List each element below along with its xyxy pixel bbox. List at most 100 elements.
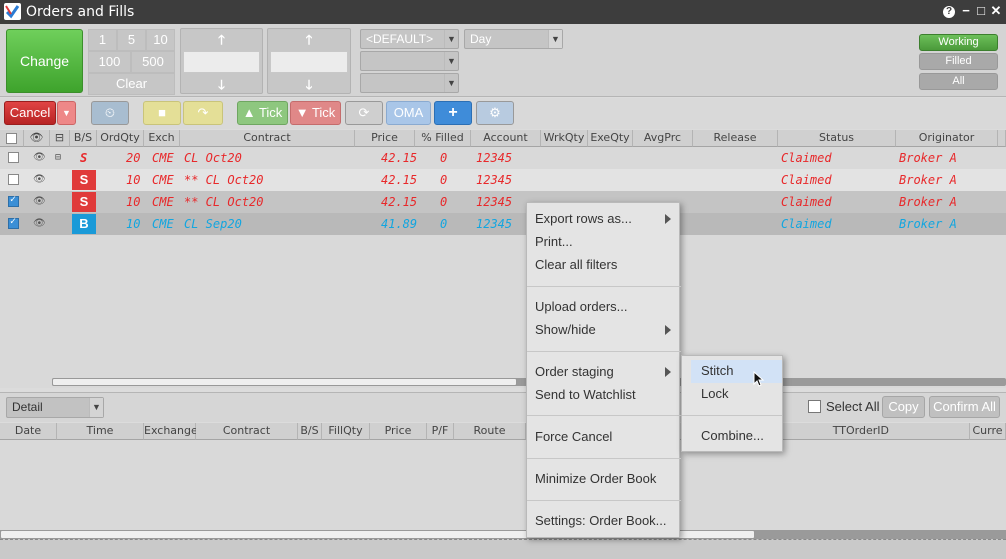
up-arrow-icon[interactable]: 🡑 [181, 31, 262, 53]
fills-header-route[interactable]: Route [454, 423, 526, 440]
menu-export-rows[interactable]: Export rows as... [535, 208, 632, 230]
menu-clear-filters[interactable]: Clear all filters [535, 254, 617, 276]
fills-header-contract[interactable]: Contract [196, 423, 298, 440]
menu-order-staging[interactable]: Order staging [535, 361, 614, 383]
header-originator[interactable]: Originator [896, 130, 998, 147]
header-account[interactable]: Account [471, 130, 541, 147]
fills-view-dropdown[interactable]: Detail ▼ [6, 397, 104, 418]
menu-minimize-order-book[interactable]: Minimize Order Book [535, 468, 656, 490]
collapse-icon[interactable]: ⊟ [55, 147, 61, 169]
down-arrow-icon[interactable]: 🡓 [181, 76, 262, 98]
minimize-icon[interactable]: − [958, 3, 974, 19]
fills-header-fillqty[interactable]: FillQty [322, 423, 370, 440]
eye-icon[interactable]: 👁 [33, 218, 46, 229]
order-row[interactable]: 👁 B 10 CME CL Sep20 41.89 0 12345 Claime… [0, 213, 1006, 235]
working-filter-button[interactable]: Working [919, 34, 998, 51]
change-button[interactable]: Change [6, 29, 83, 93]
header-exch[interactable]: Exch [144, 130, 180, 147]
order-type-dropdown[interactable]: <DEFAULT> ▼ [360, 29, 459, 49]
close-icon[interactable]: ✕ [988, 3, 1004, 19]
maximize-icon[interactable]: □ [973, 3, 989, 19]
fills-header-price[interactable]: Price [370, 423, 427, 440]
row-checkbox[interactable] [8, 216, 19, 229]
header-exeqty[interactable]: ExeQty [588, 130, 633, 147]
qty-stepper[interactable]: 🡑 🡓 [180, 28, 263, 94]
stop-icon[interactable]: ■ [143, 101, 181, 125]
row-checkbox[interactable] [8, 174, 19, 185]
redo-icon[interactable]: ↷ [183, 101, 223, 125]
order-row[interactable]: 👁 ⊟ S 20 CME CL Oct20 42.15 0 12345 Clai… [0, 147, 1006, 169]
order-row[interactable]: 👁 S 10 CME ** CL Oct20 42.15 0 12345 Cla… [0, 169, 1006, 191]
qty-field[interactable] [183, 51, 260, 73]
qty-5-button[interactable]: 5 [117, 29, 146, 51]
collapse-all-icon[interactable]: ⊟ [50, 130, 70, 147]
fills-scrollbar[interactable] [0, 530, 1006, 539]
confirm-all-button[interactable]: Confirm All [929, 396, 1000, 418]
select-all-header[interactable] [0, 130, 24, 147]
menu-force-cancel[interactable]: Force Cancel [535, 426, 612, 448]
account-dropdown[interactable]: ▼ [360, 51, 459, 71]
header-contract[interactable]: Contract [180, 130, 355, 147]
qty-10-button[interactable]: 10 [146, 29, 175, 51]
submenu-stitch[interactable]: Stitch [701, 360, 734, 382]
ordqty-cell: 10 [126, 195, 141, 209]
tools-icon[interactable]: ⚙ [476, 101, 514, 125]
refresh-icon[interactable]: ⟳ [345, 101, 383, 125]
all-filter-button[interactable]: All [919, 73, 998, 90]
header-wrkqty[interactable]: WrkQty [541, 130, 588, 147]
fills-header-bs[interactable]: B/S [298, 423, 322, 440]
eye-header-icon[interactable]: 👁 [24, 130, 50, 147]
header-bs[interactable]: B/S [70, 130, 97, 147]
order-row[interactable]: 👁 S 10 CME ** CL Oct20 42.15 0 12345 Cla… [0, 191, 1006, 213]
header-ordqty[interactable]: OrdQty [97, 130, 144, 147]
cancel-button[interactable]: Cancel [4, 101, 56, 125]
menu-upload-orders[interactable]: Upload orders... [535, 296, 628, 318]
tick-down-button[interactable]: ▼ Tick [290, 101, 341, 125]
row-checkbox[interactable] [8, 152, 19, 163]
fills-header-exchange[interactable]: Exchange [144, 423, 198, 440]
row-checkbox[interactable] [8, 194, 19, 207]
add-order-button[interactable]: + [434, 101, 472, 125]
eye-icon[interactable]: 👁 [33, 152, 46, 163]
clear-button[interactable]: Clear [88, 73, 175, 95]
eye-icon[interactable]: 👁 [33, 174, 46, 185]
orders-scrollbar-thumb[interactable] [52, 378, 517, 386]
select-all-checkbox[interactable] [6, 133, 17, 144]
header-status[interactable]: Status [778, 130, 896, 147]
price-field[interactable] [270, 51, 348, 73]
menu-print[interactable]: Print... [535, 231, 573, 253]
qty-100-button[interactable]: 100 [88, 51, 131, 73]
menu-send-to-watchlist[interactable]: Send to Watchlist [535, 384, 636, 406]
tick-up-button[interactable]: ▲ Tick [237, 101, 288, 125]
up-arrow-icon[interactable]: 🡑 [268, 31, 350, 53]
header-avgprc[interactable]: AvgPrc [633, 130, 693, 147]
qty-500-button[interactable]: 500 [131, 51, 175, 73]
cancel-menu-chevron-icon[interactable]: ▼ [57, 101, 76, 125]
header-price[interactable]: Price [355, 130, 415, 147]
help-icon[interactable]: ? [943, 6, 955, 18]
menu-show-hide[interactable]: Show/hide [535, 319, 596, 341]
history-icon[interactable]: ⏲ [91, 101, 129, 125]
submenu-arrow-icon [665, 367, 671, 377]
fills-header-time[interactable]: Time [57, 423, 144, 440]
submenu-lock[interactable]: Lock [701, 383, 728, 405]
filled-cell: 0 [440, 151, 448, 165]
header-release[interactable]: Release [693, 130, 778, 147]
submenu-combine[interactable]: Combine... [701, 425, 764, 447]
fills-header-date[interactable]: Date [0, 423, 57, 440]
eye-icon[interactable]: 👁 [33, 196, 46, 207]
filled-filter-button[interactable]: Filled [919, 53, 998, 70]
fills-header-currency[interactable]: Curre [970, 423, 1006, 440]
select-all-checkbox[interactable] [808, 400, 821, 413]
fills-header-pf[interactable]: P/F [427, 423, 454, 440]
header-filled[interactable]: % Filled [415, 130, 471, 147]
originator-cell: Broker A [899, 173, 957, 187]
tif-dropdown[interactable]: Day ▼ [464, 29, 563, 49]
copy-button[interactable]: Copy [882, 396, 925, 418]
menu-settings-order-book[interactable]: Settings: Order Book... [535, 510, 667, 532]
price-stepper[interactable]: 🡑 🡓 [267, 28, 351, 94]
down-arrow-icon[interactable]: 🡓 [268, 76, 350, 98]
route-dropdown[interactable]: ▼ [360, 73, 459, 93]
oma-button[interactable]: OMA [386, 101, 431, 125]
qty-1-button[interactable]: 1 [88, 29, 117, 51]
